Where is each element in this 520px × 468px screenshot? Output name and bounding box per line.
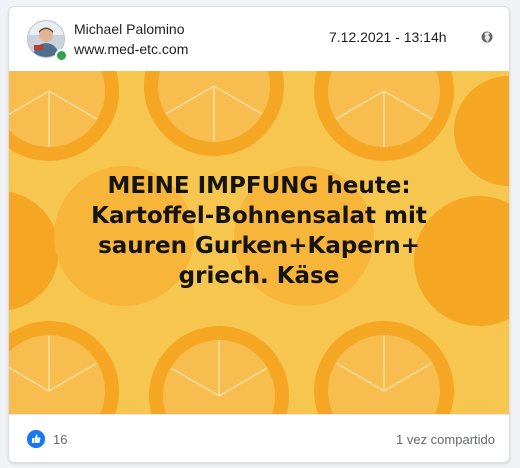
like-icon[interactable] (27, 430, 45, 448)
post-footer: 16 1 vez compartido (9, 414, 509, 462)
online-status-dot (55, 49, 68, 62)
author-website[interactable]: www.med-etc.com (74, 41, 188, 57)
author-name[interactable]: Michael Palomino (74, 21, 185, 37)
share-count[interactable]: 1 vez compartido (396, 432, 495, 447)
post-card: Michael Palomino www.med-etc.com 7.12.20… (8, 6, 510, 463)
caption-line-2: Kartoffel-Bohnensalat mit (91, 203, 427, 229)
post-timestamp[interactable]: 7.12.2021 - 13:14h (329, 29, 447, 45)
caption-line-4: griech. Käse (178, 263, 340, 289)
image-caption-text: MEINE IMPFUNG heute: Kartoffel-Bohnensal… (9, 171, 509, 291)
globe-icon (481, 31, 493, 43)
post-header: Michael Palomino www.med-etc.com 7.12.20… (9, 7, 509, 71)
post-image[interactable]: MEINE IMPFUNG heute: Kartoffel-Bohnensal… (9, 71, 509, 414)
caption-line-3: sauren Gurken+Kapern+ (98, 233, 420, 259)
reaction-count[interactable]: 16 (53, 432, 67, 447)
caption-line-1: MEINE IMPFUNG heute: (107, 173, 411, 199)
